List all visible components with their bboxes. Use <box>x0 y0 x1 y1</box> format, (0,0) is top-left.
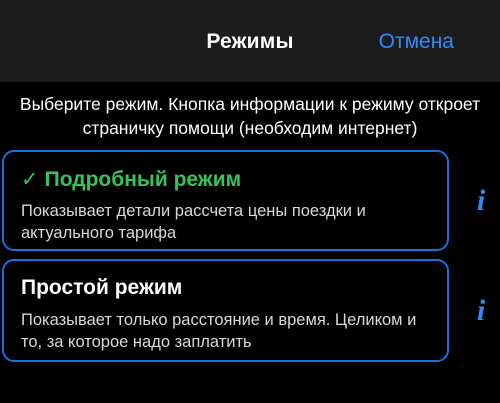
navigation-bar: Режимы Отмена <box>0 0 500 82</box>
instructions-text: Выберите режим. Кнопка информации к режи… <box>19 94 481 138</box>
mode-description: Показывает детали рассчета цены поездки … <box>21 202 366 242</box>
cancel-button[interactable]: Отмена <box>379 30 454 54</box>
mode-option-detailed[interactable]: ✓ Подробный режим Показывает детали рассч… <box>2 150 449 251</box>
mode-title: ✓ Подробный режим <box>21 167 241 192</box>
mode-option-simple[interactable]: Простой режим Показывает только расстоян… <box>2 259 449 362</box>
info-icon[interactable]: i <box>469 296 493 326</box>
mode-description: Показывает только расстояние и время. Це… <box>21 311 417 351</box>
checkmark-icon: ✓ <box>21 168 39 191</box>
mode-title-label: Подробный режим <box>44 168 242 191</box>
mode-title: Простой режим <box>21 276 182 300</box>
mode-title-label: Простой режим <box>21 276 183 299</box>
info-icon[interactable]: i <box>469 186 493 216</box>
